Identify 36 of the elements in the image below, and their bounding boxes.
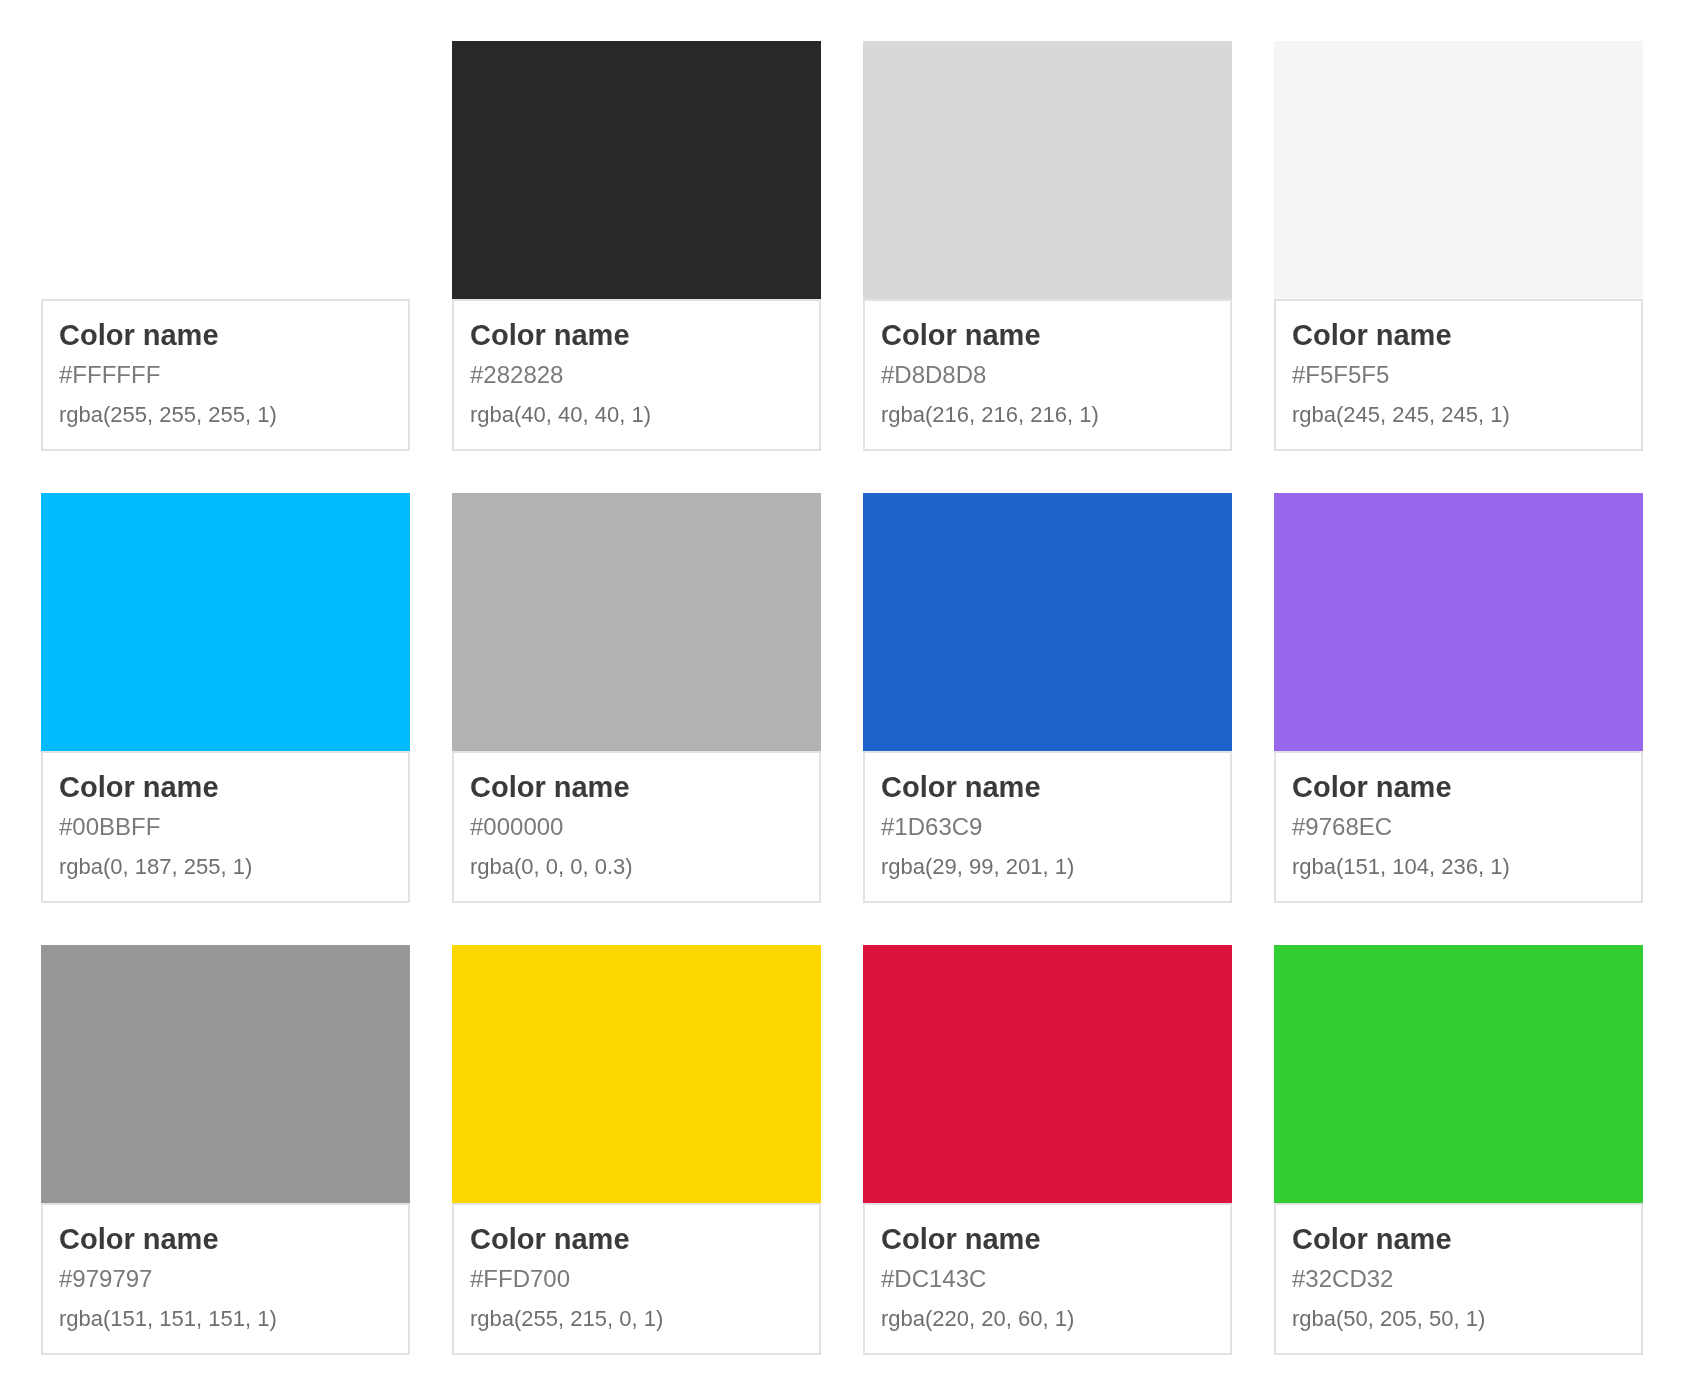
rgba-value: rgba(40, 40, 40, 1) [470,401,652,429]
color-name: Color name [1292,1222,1453,1257]
color-name: Color name [59,1222,220,1257]
hex-value: #000000 [470,812,565,842]
rgba-value: rgba(0, 0, 0, 0.3) [470,853,634,881]
hex-value: #F5F5F5 [1292,360,1391,390]
rgba-value: rgba(50, 205, 50, 1) [1292,1305,1487,1333]
color-name: Color name [470,1222,631,1257]
hex-value: #32CD32 [1292,1264,1395,1294]
rgba-value: rgba(245, 245, 245, 1) [1292,401,1511,429]
rgba-value: rgba(255, 215, 0, 1) [470,1305,665,1333]
rgba-value: rgba(0, 187, 255, 1) [59,853,254,881]
hex-value: #9768EC [1292,812,1394,842]
color-name: Color name [1292,770,1453,805]
color-name: Color name [470,318,631,353]
hex-value: #FFFFFF [59,360,162,390]
rgba-value: rgba(151, 104, 236, 1) [1292,853,1511,881]
color-name: Color name [881,770,1042,805]
color-name: Color name [1292,318,1453,353]
hex-value: #282828 [470,360,565,390]
hex-value: #DC143C [881,1264,988,1294]
rgba-value: rgba(220, 20, 60, 1) [881,1305,1076,1333]
hex-value: #00BBFF [59,812,162,842]
color-name: Color name [881,318,1042,353]
hex-value: #D8D8D8 [881,360,988,390]
hex-value: #FFD700 [470,1264,572,1294]
rgba-value: rgba(29, 99, 201, 1) [881,853,1076,881]
color-name: Color name [470,770,631,805]
color-name: Color name [881,1222,1042,1257]
rgba-value: rgba(216, 216, 216, 1) [881,401,1100,429]
color-name: Color name [59,770,220,805]
hex-value: #979797 [59,1264,154,1294]
color-name: Color name [59,318,220,353]
rgba-value: rgba(151, 151, 151, 1) [59,1305,278,1333]
hex-value: #1D63C9 [881,812,984,842]
rgba-value: rgba(255, 255, 255, 1) [59,401,278,429]
